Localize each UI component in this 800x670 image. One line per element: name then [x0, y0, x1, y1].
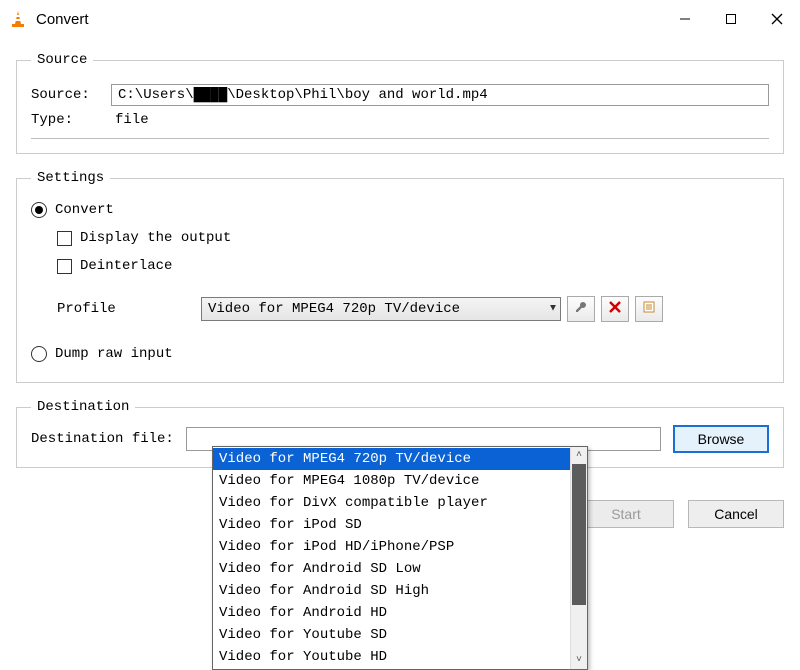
- profile-option[interactable]: Video for Android SD Low: [213, 558, 570, 580]
- settings-legend: Settings: [31, 170, 110, 186]
- profile-option[interactable]: Video for Youtube SD: [213, 624, 570, 646]
- wrench-icon: [574, 300, 588, 319]
- checkbox-icon: [57, 231, 72, 246]
- profile-option[interactable]: Video for Youtube HD: [213, 646, 570, 668]
- profile-option[interactable]: Video for iPod HD/iPhone/PSP: [213, 536, 570, 558]
- display-output-label: Display the output: [80, 230, 231, 246]
- scroll-down-icon[interactable]: ˅: [571, 652, 587, 669]
- source-group: Source Source: Type: file: [16, 52, 784, 154]
- profile-option[interactable]: Video for iPod SD: [213, 514, 570, 536]
- radio-icon: [31, 346, 47, 362]
- deinterlace-checkbox[interactable]: Deinterlace: [57, 258, 172, 274]
- new-profile-button[interactable]: [635, 296, 663, 322]
- display-output-checkbox[interactable]: Display the output: [57, 230, 231, 246]
- delete-profile-button[interactable]: [601, 296, 629, 322]
- type-value: file: [115, 112, 149, 128]
- browse-button[interactable]: Browse: [673, 425, 769, 453]
- scroll-up-icon[interactable]: ˄: [571, 447, 587, 464]
- convert-radio-label: Convert: [55, 202, 114, 218]
- source-input[interactable]: [111, 84, 769, 106]
- type-label: Type:: [31, 112, 111, 128]
- convert-radio[interactable]: Convert: [31, 202, 114, 218]
- profile-option[interactable]: Video for MPEG4 720p TV/device: [213, 448, 570, 470]
- cancel-button[interactable]: Cancel: [688, 500, 784, 528]
- maximize-button[interactable]: [708, 3, 754, 35]
- profile-label: Profile: [31, 301, 201, 317]
- profile-dropdown: Video for MPEG4 720p TV/device Video for…: [212, 446, 588, 670]
- scroll-track[interactable]: [571, 464, 587, 652]
- edit-profile-button[interactable]: [567, 296, 595, 322]
- checkbox-icon: [57, 259, 72, 274]
- deinterlace-label: Deinterlace: [80, 258, 172, 274]
- minimize-button[interactable]: [662, 3, 708, 35]
- dropdown-scrollbar[interactable]: ˄ ˅: [570, 447, 587, 669]
- new-document-icon: [642, 300, 656, 319]
- profile-option[interactable]: Video for Android SD High: [213, 580, 570, 602]
- titlebar: Convert: [0, 0, 800, 38]
- profile-option[interactable]: Video for Android HD: [213, 602, 570, 624]
- profile-dropdown-list: Video for MPEG4 720p TV/device Video for…: [213, 447, 570, 669]
- window-title: Convert: [36, 11, 662, 28]
- window-controls: [662, 3, 800, 35]
- divider: [31, 138, 769, 139]
- settings-group: Settings Convert Display the output Dein…: [16, 170, 784, 383]
- destination-file-label: Destination file:: [31, 431, 174, 447]
- radio-selected-icon: [31, 202, 47, 218]
- profile-option[interactable]: Video for MPEG4 1080p TV/device: [213, 470, 570, 492]
- chevron-down-icon: ▼: [550, 304, 556, 315]
- start-button-label: Start: [611, 506, 641, 522]
- start-button[interactable]: Start: [578, 500, 674, 528]
- profile-combobox[interactable]: Video for MPEG4 720p TV/device ▼: [201, 297, 561, 321]
- destination-legend: Destination: [31, 399, 135, 415]
- dump-raw-radio[interactable]: Dump raw input: [31, 346, 173, 362]
- delete-x-icon: [609, 301, 621, 318]
- cancel-button-label: Cancel: [714, 506, 758, 522]
- profile-selected-value: Video for MPEG4 720p TV/device: [208, 301, 460, 317]
- scroll-thumb[interactable]: [572, 464, 586, 605]
- profile-option[interactable]: Video for DivX compatible player: [213, 492, 570, 514]
- close-button[interactable]: [754, 3, 800, 35]
- source-label: Source:: [31, 87, 111, 103]
- dump-raw-label: Dump raw input: [55, 346, 173, 362]
- source-legend: Source: [31, 52, 93, 68]
- browse-button-label: Browse: [698, 431, 745, 447]
- vlc-cone-icon: [8, 9, 28, 29]
